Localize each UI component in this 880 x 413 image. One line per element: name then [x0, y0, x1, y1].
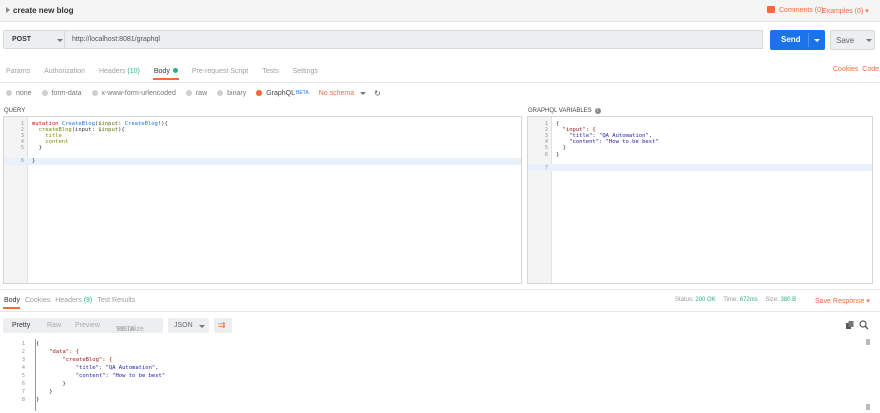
cookies-link[interactable]: Cookies [833, 66, 858, 73]
status-value: 200 OK [695, 297, 716, 303]
search-icon[interactable] [859, 320, 869, 330]
caret-right-icon[interactable] [6, 7, 10, 13]
tab-response-headers[interactable]: Headers (9) [55, 297, 92, 304]
comments-button[interactable]: Comments (0) [767, 6, 823, 14]
code-token: CreateBlog [124, 121, 158, 127]
active-line [4, 158, 521, 165]
send-button[interactable]: Send [770, 30, 825, 50]
variables-label: GRAPHQL VARIABLES i [528, 108, 601, 114]
chevron-down-icon [199, 325, 205, 328]
request-name[interactable]: create new blog [6, 6, 73, 15]
tab-params[interactable]: Params [6, 68, 30, 75]
radio-icon [185, 90, 192, 96]
radio-binary[interactable]: binary [217, 90, 246, 97]
active-line [528, 164, 872, 171]
radio-none[interactable]: none [6, 90, 32, 97]
request-title-bar: create new blog Comments (0) Examples (0… [0, 0, 880, 22]
tab-raw[interactable]: Raw [47, 322, 61, 329]
format-select[interactable]: JSON [168, 318, 209, 333]
divider [0, 311, 880, 312]
tab-headers[interactable]: Headers (10) [99, 68, 140, 75]
gutter-edge [35, 339, 36, 411]
refresh-icon[interactable]: ↻ [374, 89, 381, 98]
tab-response-body[interactable]: Body [4, 297, 20, 304]
response-body-viewer[interactable]: 1{ 2 "data": { 3 "createBlog": { 4 "titl… [3, 339, 874, 411]
divider [0, 82, 880, 83]
code-token: $input [98, 127, 119, 133]
radio-raw[interactable]: raw [185, 90, 207, 97]
chevron-down-icon[interactable] [866, 39, 872, 42]
code-token: ){ [118, 127, 125, 133]
copy-icon[interactable] [846, 321, 854, 329]
wrap-lines-button[interactable]: ⇉ [214, 318, 232, 333]
send-options-chevron-icon[interactable] [814, 39, 820, 42]
response-view-tabs: Pretty Raw Preview Visualize BETA [3, 318, 163, 333]
chevron-down-icon[interactable] [360, 91, 367, 95]
comment-icon [767, 6, 775, 13]
tab-prerequest-script[interactable]: Pre-request Script [192, 68, 248, 75]
tab-preview[interactable]: Preview [75, 322, 100, 329]
tab-pretty[interactable]: Pretty [12, 322, 30, 329]
radio-icon [6, 90, 12, 96]
tab-tests[interactable]: Tests [262, 68, 278, 75]
size-value: 380 B [780, 297, 797, 303]
body-type-selector: none form-data x-www-form-urlencoded raw… [6, 88, 381, 98]
variables-editor[interactable]: 1{ 2 "input": { 3 "title": "QA Automatio… [527, 116, 873, 284]
radio-icon [41, 90, 48, 96]
scrollbar-bottom[interactable] [866, 404, 870, 410]
tab-response-cookies[interactable]: Cookies [25, 297, 50, 304]
tab-settings[interactable]: Settings [293, 68, 318, 75]
info-icon[interactable]: i [594, 108, 601, 114]
body-indicator-dot [172, 67, 178, 73]
scrollbar-top[interactable] [866, 339, 870, 345]
tab-test-results[interactable]: Test Results [97, 297, 135, 304]
code-token: (input: [71, 127, 99, 133]
tab-authorization[interactable]: Authorization [44, 68, 85, 75]
chevron-down-icon: ▾ [865, 8, 869, 15]
response-status: Status: 200 OK Time: 672ms Size: 380 B [675, 297, 797, 303]
radio-icon [91, 90, 98, 96]
request-tabs: Params Authorization Headers (10) Body P… [6, 66, 332, 76]
schema-select[interactable]: No schema [319, 90, 354, 97]
save-response-button[interactable]: Save Response ▾ [815, 297, 870, 305]
wrap-icon: ⇉ [218, 320, 226, 330]
save-button[interactable]: Save [830, 30, 875, 50]
code-token: !){ [157, 121, 168, 127]
query-editor[interactable]: 1 mutation CreateBlog($input: CreateBlog!… [3, 116, 522, 284]
url-input[interactable]: http://localhost:8081/graphql [65, 30, 763, 49]
code-link[interactable]: Code [862, 66, 879, 73]
radio-urlencoded[interactable]: x-www-form-urlencoded [91, 90, 176, 97]
radio-selected-icon [256, 90, 263, 96]
chevron-down-icon [57, 39, 63, 42]
send-divider [808, 33, 809, 47]
method-select[interactable]: POST [3, 30, 65, 49]
chevron-down-icon: ▾ [866, 298, 870, 305]
examples-dropdown[interactable]: Examples (0) ▾ [822, 7, 869, 15]
radio-form-data[interactable]: form-data [41, 90, 82, 97]
cookies-code-links: Cookies Code [829, 66, 879, 73]
active-tab-underline [3, 307, 20, 309]
divider [0, 289, 880, 290]
query-label: QUERY [4, 108, 26, 114]
response-tabs: Body Cookies Headers (9) Test Results [4, 297, 149, 304]
active-tab-underline [153, 78, 179, 80]
time-value: 672ms [739, 297, 758, 303]
radio-icon [217, 90, 224, 96]
radio-graphql[interactable]: GraphQL BETA [256, 90, 309, 97]
tab-body[interactable]: Body [154, 67, 178, 75]
